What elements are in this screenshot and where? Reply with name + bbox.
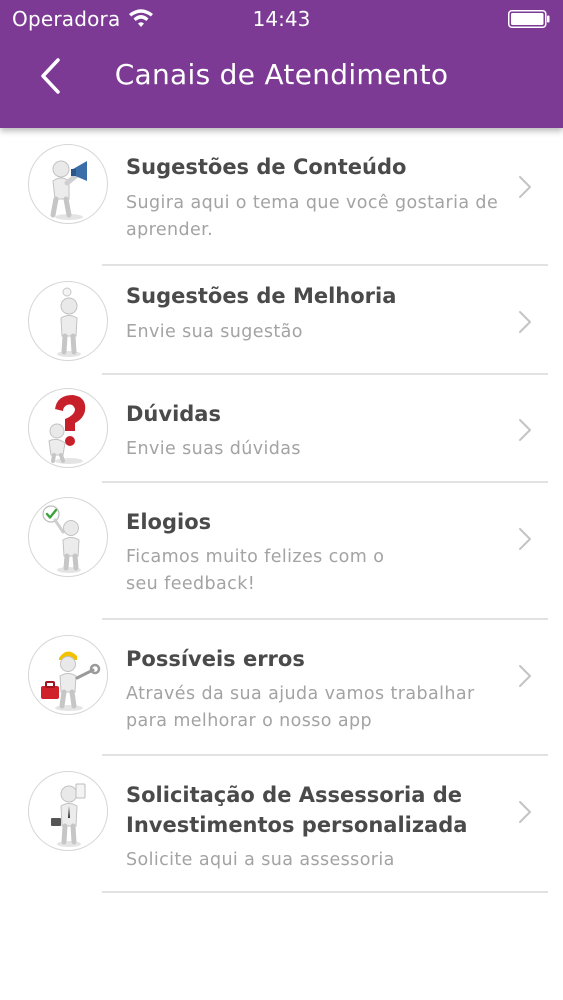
chevron-right-icon [519, 528, 531, 550]
divider [102, 891, 548, 893]
megaphone-figure-icon [28, 144, 108, 224]
chevron-right-icon [519, 176, 531, 198]
item-title: Sugestões de Melhoria [126, 284, 397, 308]
chevron-right-icon [519, 665, 531, 687]
list-item-sugestoes-melhoria[interactable]: Sugestões de Melhoria Envie sua sugestão [0, 265, 563, 375]
battery-icon [508, 10, 550, 28]
item-title: Elogios [126, 510, 212, 534]
status-bar: Operadora 14:43 [0, 0, 563, 40]
question-mark-figure-icon [28, 388, 108, 468]
lightbulb-figure-icon [28, 281, 108, 361]
item-title: Sugestões de Conteúdo [126, 155, 407, 179]
item-subtitle: Sugira aqui o tema que você gostaria de … [126, 193, 499, 240]
item-subtitle: Ficamos muito felizes com o seu feedback… [126, 547, 385, 594]
list-item-sugestoes-conteudo[interactable]: Sugestões de Conteúdo Sugira aqui o tema… [0, 128, 563, 266]
list-item-solicitacao-assessoria[interactable]: Solicitação de Assessoria de Investiment… [0, 755, 563, 893]
item-subtitle: Através da sua ajuda vamos trabalhar par… [126, 684, 475, 731]
checkmark-figure-icon [28, 497, 108, 577]
chevron-right-icon [519, 419, 531, 441]
page-title: Canais de Atendimento [114, 58, 449, 91]
item-subtitle: Envie sua sugestão [126, 322, 303, 342]
item-title: Solicitação de Assessoria de Investiment… [126, 783, 468, 837]
chevron-right-icon [519, 311, 531, 333]
repair-figure-icon [28, 635, 108, 715]
chevron-right-icon [519, 801, 531, 823]
item-title: Possíveis erros [126, 647, 305, 671]
clock: 14:43 [252, 7, 311, 31]
item-subtitle: Solicite aqui a sua assessoria [126, 850, 395, 870]
item-subtitle: Envie suas dúvidas [126, 439, 301, 459]
briefcase-figure-icon [28, 771, 108, 851]
list-item-elogios[interactable]: Elogios Ficamos muito felizes com o seu … [0, 482, 563, 620]
list-item-duvidas[interactable]: Dúvidas Envie suas dúvidas [0, 374, 563, 483]
item-title: Dúvidas [126, 402, 221, 426]
list-item-possiveis-erros[interactable]: Possíveis erros Através da sua ajuda vam… [0, 619, 563, 756]
app-header: Operadora 14:43 Canais de Atendimento [0, 0, 563, 128]
